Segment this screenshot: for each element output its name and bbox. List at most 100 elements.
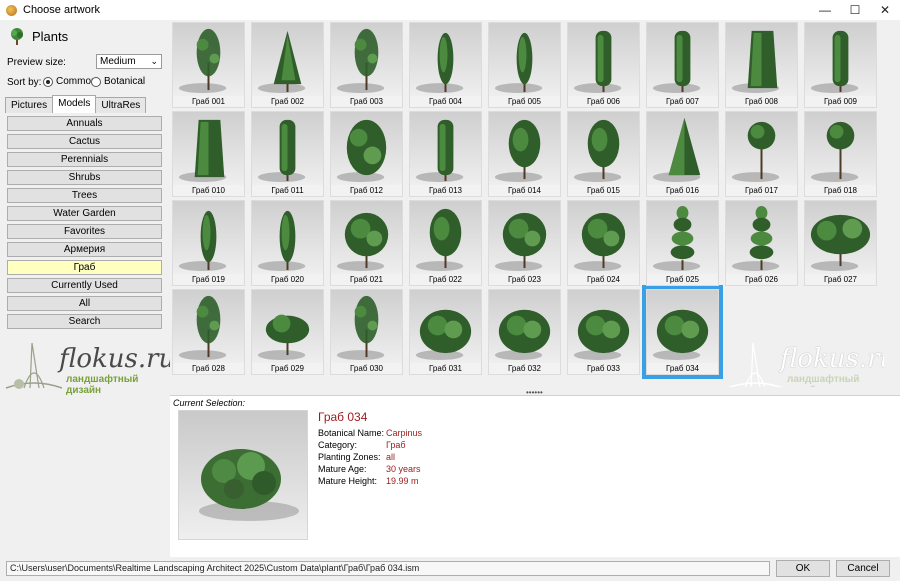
tree-thumbnail [494, 32, 543, 94]
minimize-button[interactable]: — [810, 0, 840, 20]
tab-ultrares[interactable]: UltraRes [95, 97, 147, 113]
tree-thumbnail [336, 28, 385, 94]
window-controls: — ☐ ✕ [810, 0, 900, 20]
artwork-tile-selected[interactable]: Граб 034 [642, 285, 723, 379]
category-item[interactable]: Water Garden [7, 206, 162, 221]
preview-size-select[interactable]: Medium ⌄ [96, 54, 162, 69]
category-item[interactable]: Search [7, 314, 162, 329]
maximize-button[interactable]: ☐ [840, 0, 870, 20]
watermark-overlay: flokus.ru ландшафтный дизайн [725, 338, 884, 387]
category-item[interactable]: Граб [7, 260, 162, 275]
artwork-tile[interactable]: Граб 016 [646, 111, 719, 197]
property-value: 19.99 m [386, 476, 419, 486]
tree-thumbnail [731, 121, 780, 183]
panel-splitter[interactable]: •••••• [170, 387, 900, 397]
artwork-tile[interactable]: Граб 012 [330, 111, 403, 197]
category-item[interactable]: Cactus [7, 134, 162, 149]
artwork-tile[interactable]: Граб 010 [172, 111, 245, 197]
category-item[interactable]: All [7, 296, 162, 311]
sort-botanical-radio[interactable]: Botanical [91, 76, 145, 87]
property-key: Mature Height: [318, 476, 378, 486]
watermark-emblem [5, 342, 63, 389]
view-tabs: Pictures Models UltraRes [5, 95, 147, 113]
tree-thumbnail [731, 30, 780, 94]
artwork-grid: Граб 034 Граб 033 Граб 032 Граб 031 Граб 030… [170, 20, 884, 387]
tile-label: Граб 021 [331, 274, 402, 285]
plants-title: Plants [32, 28, 69, 44]
tile-label: Граб 008 [726, 96, 797, 107]
tab-models[interactable]: Models [52, 95, 97, 113]
artwork-tile[interactable]: Граб 022 [409, 200, 482, 286]
artwork-tile[interactable]: Граб 029 [251, 289, 324, 375]
tile-label: Граб 034 [647, 363, 718, 374]
left-panel: Plants Preview size: Medium ⌄ Sort by: C… [0, 20, 175, 557]
artwork-tile[interactable]: Граб 014 [488, 111, 561, 197]
tab-pictures[interactable]: Pictures [5, 97, 54, 113]
artwork-tile[interactable]: Граб 030 [330, 289, 403, 375]
artwork-tile[interactable]: Граб 024 [567, 200, 640, 286]
property-row: Botanical Name: Carpinus [318, 427, 422, 439]
file-path-field: C:\Users\user\Documents\Realtime Landsca… [6, 561, 770, 576]
artwork-tile[interactable]: Граб 006 [567, 22, 640, 108]
sort-common-radio[interactable]: Common [43, 76, 97, 87]
artwork-tile[interactable]: Граб 018 [804, 111, 877, 197]
plants-icon [11, 28, 23, 45]
artwork-tile[interactable]: Граб 028 [172, 289, 245, 375]
category-item[interactable]: Favorites [7, 224, 162, 239]
preview-size-value: Medium [100, 56, 136, 67]
property-key: Mature Age: [318, 464, 367, 474]
tree-thumbnail [810, 121, 859, 183]
category-item[interactable]: Shrubs [7, 170, 162, 185]
ok-button[interactable]: OK [776, 560, 830, 577]
artwork-tile[interactable]: Граб 015 [567, 111, 640, 197]
category-item[interactable]: Currently Used [7, 278, 162, 293]
category-list: Annuals Cactus Perennials Shrubs Trees Water … [7, 116, 162, 332]
artwork-tile[interactable]: Граб 007 [646, 22, 719, 108]
artwork-tile[interactable]: Граб 005 [488, 22, 561, 108]
category-item[interactable]: Annuals [7, 116, 162, 131]
category-item[interactable]: Trees [7, 188, 162, 203]
tree-thumbnail [178, 28, 227, 94]
artwork-tile[interactable]: Граб 017 [725, 111, 798, 197]
artwork-tile[interactable]: Граб 032 [488, 289, 561, 375]
close-button[interactable]: ✕ [870, 0, 900, 20]
tile-label: Граб 017 [726, 185, 797, 196]
artwork-tile[interactable]: Граб 003 [330, 22, 403, 108]
artwork-tile[interactable]: Граб 033 [567, 289, 640, 375]
artwork-tile[interactable]: Граб 023 [488, 200, 561, 286]
category-item[interactable]: Армерия [7, 242, 162, 257]
artwork-tile[interactable]: Граб 011 [251, 111, 324, 197]
property-value: Carpinus [386, 428, 423, 438]
watermark-logo: flokus.ru ландшафтный дизайн [4, 338, 175, 398]
grid-scrollbar[interactable] [884, 20, 900, 387]
artwork-tile[interactable]: Граб 009 [804, 22, 877, 108]
artwork-tile[interactable]: Граб 027 [804, 200, 877, 286]
tile-label: Граб 013 [410, 185, 481, 196]
artwork-tile[interactable]: Граб 025 [646, 200, 719, 286]
artwork-tile[interactable]: Граб 008 [725, 22, 798, 108]
tile-label: Граб 027 [805, 274, 876, 285]
cancel-button[interactable]: Cancel [836, 560, 890, 577]
watermark-subtitle: ландшафтный дизайн [66, 374, 139, 396]
tree-thumbnail [257, 119, 306, 183]
artwork-tile[interactable]: Граб 020 [251, 200, 324, 286]
artwork-tile[interactable]: Граб 013 [409, 111, 482, 197]
artwork-tile[interactable]: Граб 002 [251, 22, 324, 108]
artwork-tile[interactable]: Граб 019 [172, 200, 245, 286]
current-selection-label: Current Selection: [173, 398, 246, 408]
tree-thumbnail [573, 30, 622, 94]
artwork-tile[interactable]: Граб 001 [172, 22, 245, 108]
artwork-tile[interactable]: Граб 026 [725, 200, 798, 286]
tree-thumbnail [415, 208, 464, 272]
tile-label: Граб 033 [568, 363, 639, 374]
artwork-tile[interactable]: Граб 004 [409, 22, 482, 108]
artwork-tile[interactable]: Граб 021 [330, 200, 403, 286]
tile-label: Граб 006 [568, 96, 639, 107]
watermark-text: flokus.ru [59, 344, 176, 374]
artwork-tile[interactable]: Граб 031 [409, 289, 482, 375]
tile-label: Граб 005 [489, 96, 560, 107]
tile-label: Граб 012 [331, 185, 402, 196]
tile-label: Граб 031 [410, 363, 481, 374]
tree-thumbnail [178, 295, 227, 361]
category-item[interactable]: Perennials [7, 152, 162, 167]
